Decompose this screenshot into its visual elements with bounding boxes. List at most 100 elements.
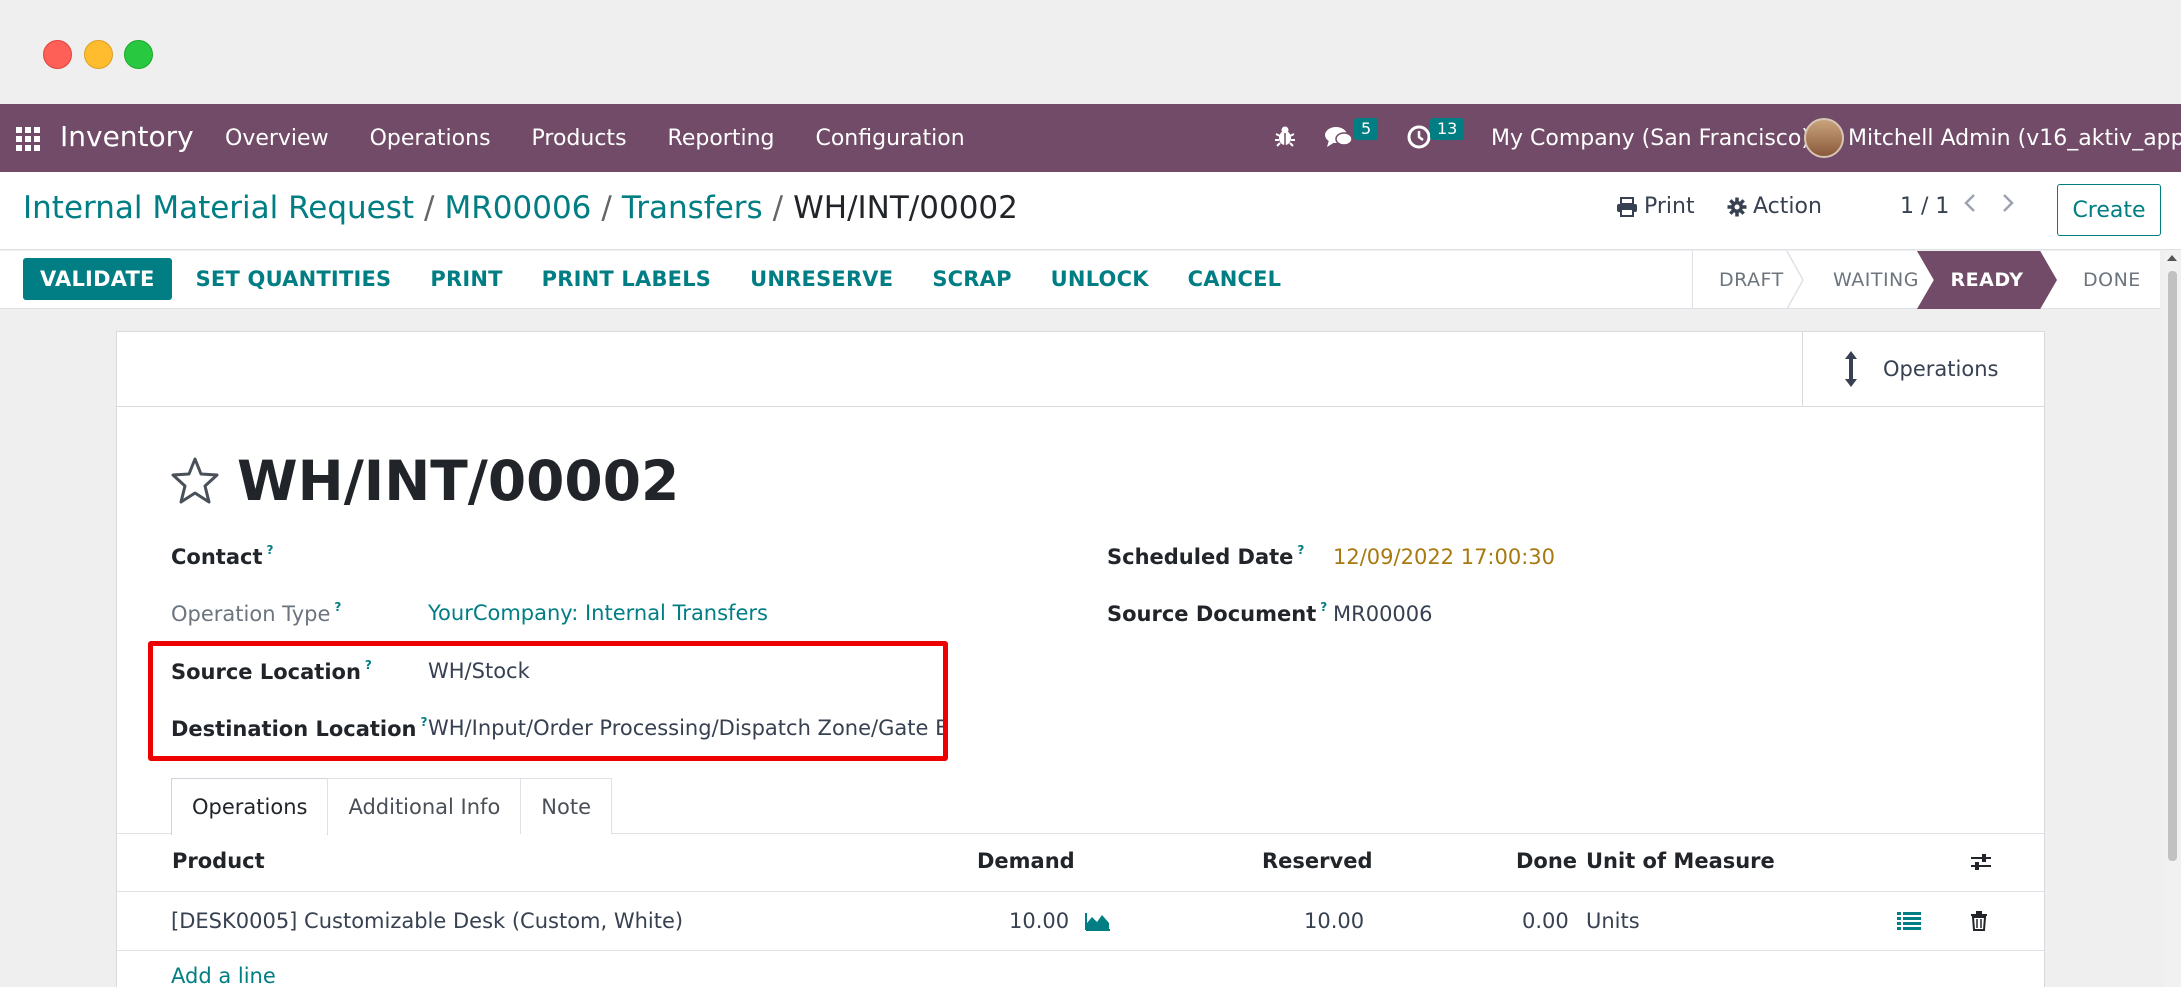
print-label: Print <box>1644 194 1695 219</box>
forecast-chart-icon[interactable] <box>1085 911 1111 935</box>
scheduled-date-value[interactable]: 12/09/2022 17:00:30 <box>1333 545 1555 569</box>
create-button[interactable]: Create <box>2057 184 2161 236</box>
operations-smart-button[interactable]: Operations <box>1802 332 2044 406</box>
stage-ready[interactable]: READY <box>1917 251 2057 309</box>
operation-type-value[interactable]: YourCompany: Internal Transfers <box>428 601 768 625</box>
highlight-annotation <box>148 641 948 761</box>
unlock-button[interactable]: UNLOCK <box>1051 267 1149 291</box>
chevron-right-icon[interactable] <box>2001 192 2015 220</box>
pager-value[interactable]: 1 / 1 <box>1900 194 1949 219</box>
maximize-window-button[interactable] <box>124 40 153 69</box>
status-pipeline: DRAFT WAITING READY DONE <box>1692 251 2167 309</box>
action-button[interactable]: Action <box>1727 194 1822 219</box>
row-demand[interactable]: 10.00 <box>1009 909 1069 933</box>
stage-draft[interactable]: DRAFT <box>1693 251 1804 309</box>
notebook-tabs: Operations Additional Info Note <box>171 778 613 835</box>
table-row[interactable]: [DESK0005] Customizable Desk (Custom, Wh… <box>117 893 2044 951</box>
stage-waiting[interactable]: WAITING <box>1803 251 1931 309</box>
smart-button-label: Operations <box>1883 357 1999 381</box>
row-product[interactable]: [DESK0005] Customizable Desk (Custom, Wh… <box>171 909 683 933</box>
app-brand[interactable]: Inventory <box>60 120 194 153</box>
scrap-button[interactable]: SCRAP <box>932 267 1011 291</box>
row-done[interactable]: 0.00 <box>1522 909 1569 933</box>
source-document-label: Source Document? <box>1107 600 1328 626</box>
cancel-button[interactable]: CANCEL <box>1188 267 1282 291</box>
record-title-row: WH/INT/00002 <box>169 449 679 513</box>
messages-icon[interactable] <box>1324 124 1354 156</box>
window-titlebar <box>0 0 2181 102</box>
validate-button[interactable]: VALIDATE <box>23 258 172 300</box>
vertical-arrows-icon <box>1845 351 1857 387</box>
menu-overview[interactable]: Overview <box>225 126 329 151</box>
stage-draft-label: DRAFT <box>1719 269 1784 291</box>
print-labels-button[interactable]: PRINT LABELS <box>542 267 711 291</box>
main-menu: Overview Operations Products Reporting C… <box>225 126 1006 151</box>
user-avatar[interactable] <box>1804 118 1844 158</box>
tab-operations[interactable]: Operations <box>171 778 329 835</box>
breadcrumb-separator: / <box>772 190 784 226</box>
set-quantities-button[interactable]: SET QUANTITIES <box>196 267 392 291</box>
breadcrumb: Internal Material Request / MR00006/Transf… <box>23 190 1018 226</box>
scroll-up-arrow-icon[interactable] <box>2167 255 2177 261</box>
stage-waiting-label: WAITING <box>1833 269 1919 291</box>
control-panel: Internal Material Request / MR00006/Transf… <box>0 172 2181 250</box>
menu-configuration[interactable]: Configuration <box>815 126 964 151</box>
company-switcher[interactable]: My Company (San Francisco) <box>1491 126 1810 151</box>
tab-additional-info[interactable]: Additional Info <box>327 778 522 834</box>
add-line-link[interactable]: Add a line <box>171 964 276 987</box>
app-grid-icon[interactable] <box>16 127 40 151</box>
status-bar: VALIDATE SET QUANTITIES PRINT PRINT LABE… <box>0 251 2160 309</box>
stage-ready-label: READY <box>1950 269 2024 291</box>
minimize-window-button[interactable] <box>84 40 113 69</box>
menu-products[interactable]: Products <box>532 126 627 151</box>
smart-button-box: Operations <box>117 332 2044 407</box>
print-button[interactable]: Print <box>1616 194 1695 219</box>
action-label: Action <box>1753 194 1822 219</box>
navbar-systray: 5 13 My Company (San Francisco) Mitchell… <box>1260 104 2181 172</box>
breadcrumb-current: WH/INT/00002 <box>793 190 1018 226</box>
activities-badge: 13 <box>1430 118 1465 140</box>
user-menu[interactable]: Mitchell Admin (v16_aktiv_apps) <box>1848 126 2181 151</box>
stage-done[interactable]: DONE <box>2057 251 2167 309</box>
col-done[interactable]: Done <box>1516 849 1577 873</box>
print-action-button[interactable]: PRINT <box>430 267 502 291</box>
record-title: WH/INT/00002 <box>237 449 680 513</box>
operation-type-label: Operation Type? <box>171 600 342 626</box>
trash-icon[interactable] <box>1970 911 1988 935</box>
gear-icon <box>1727 197 1747 216</box>
chevron-left-icon[interactable] <box>1963 192 1977 220</box>
breadcrumb-separator: / <box>601 190 612 226</box>
col-product[interactable]: Product <box>172 849 265 873</box>
col-reserved[interactable]: Reserved <box>1262 849 1372 873</box>
contact-label: Contact? <box>171 543 274 569</box>
breadcrumb-item[interactable]: Internal Material Request <box>23 190 414 226</box>
header-actions: VALIDATE SET QUANTITIES PRINT PRINT LABE… <box>23 258 1320 300</box>
scrollbar-thumb[interactable] <box>2168 271 2177 861</box>
stage-done-label: DONE <box>2083 269 2141 291</box>
menu-reporting[interactable]: Reporting <box>668 126 775 151</box>
page-scrollbar[interactable] <box>2164 251 2181 987</box>
operations-table-header: Product Demand Reserved Done Unit of Mea… <box>117 834 2044 892</box>
menu-operations[interactable]: Operations <box>370 126 491 151</box>
tab-note[interactable]: Note <box>520 778 613 834</box>
top-navbar: Inventory Overview Operations Products R… <box>0 104 2181 172</box>
row-reserved[interactable]: 10.00 <box>1304 909 1364 933</box>
printer-icon <box>1617 196 1637 217</box>
star-icon[interactable] <box>169 455 221 507</box>
col-demand[interactable]: Demand <box>977 849 1075 873</box>
breadcrumb-item[interactable]: Transfers <box>622 190 763 226</box>
breadcrumb-separator: / <box>424 190 435 226</box>
optional-columns-icon[interactable] <box>1970 852 1992 877</box>
detailed-operations-icon[interactable] <box>1897 911 1921 935</box>
messages-badge: 5 <box>1354 118 1379 140</box>
unreserve-button[interactable]: UNRESERVE <box>750 267 893 291</box>
stage-divider <box>1786 251 1804 309</box>
col-uom[interactable]: Unit of Measure <box>1586 849 1775 873</box>
breadcrumb-item[interactable]: MR00006 <box>445 190 592 226</box>
activity-clock-icon[interactable] <box>1406 124 1432 156</box>
close-window-button[interactable] <box>43 40 72 69</box>
bug-icon[interactable] <box>1274 124 1296 154</box>
row-uom[interactable]: Units <box>1586 909 1640 933</box>
scheduled-date-label: Scheduled Date? <box>1107 543 1305 569</box>
source-document-value[interactable]: MR00006 <box>1333 602 1433 626</box>
